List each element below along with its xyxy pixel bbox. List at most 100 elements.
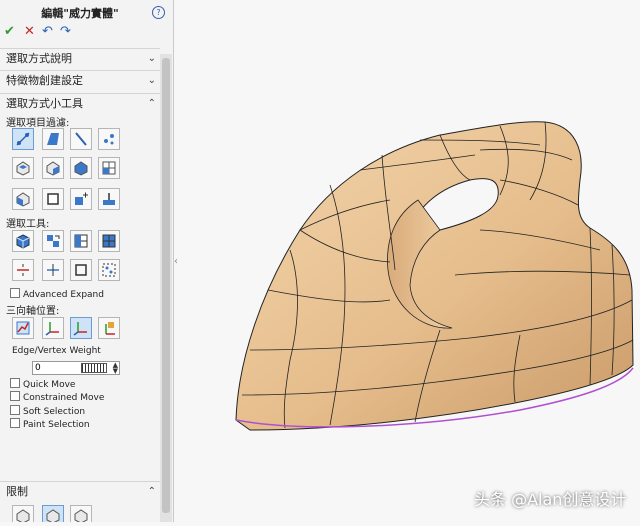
point-filter-icon xyxy=(104,134,114,145)
section-selection-tools[interactable]: 選取方式小工具 ⌃ xyxy=(0,93,160,113)
filter-grid-button[interactable] xyxy=(98,157,120,179)
undo-icon[interactable]: ↶ xyxy=(42,24,53,40)
close-icon[interactable]: ✕ xyxy=(24,24,35,40)
paint-selection-checkbox[interactable]: Paint Selection xyxy=(10,418,90,430)
weight-slider[interactable] xyxy=(81,363,107,373)
shape-limit-icon xyxy=(16,509,30,522)
triad-chart-icon xyxy=(16,321,30,335)
shape-filter-icon xyxy=(16,161,30,176)
grid-split-tool-icon xyxy=(74,234,88,248)
triad-label: 三向軸位置: xyxy=(6,306,60,317)
panel-title: 編輯"威力實體" xyxy=(41,7,119,20)
triad-axis-icon xyxy=(73,322,87,336)
watermark-text: 头条 @Alan创意设计 xyxy=(474,490,627,509)
help-circle-icon[interactable]: ? xyxy=(152,6,165,19)
panel-scrollbar[interactable] xyxy=(160,54,172,522)
advanced-expand-checkbox[interactable]: Advanced Expand xyxy=(10,288,104,300)
limit-shape-2-button[interactable] xyxy=(42,505,64,522)
section-limit[interactable]: 限制 ⌃ xyxy=(0,481,160,501)
ring-tool-icon xyxy=(17,264,29,276)
redo-icon[interactable]: ↷ xyxy=(60,24,71,40)
section-feature-create[interactable]: 特徵物創建設定 ⌄ xyxy=(0,70,160,90)
grid-swap-tool-icon xyxy=(47,235,60,247)
filter-face-button[interactable] xyxy=(42,128,64,150)
shape-filter-icon xyxy=(46,161,60,176)
tool-frame-button[interactable] xyxy=(70,259,92,281)
checkbox-box[interactable] xyxy=(10,391,20,401)
extrude-filter-icon xyxy=(103,193,115,205)
soft-selection-checkbox[interactable]: Soft Selection xyxy=(10,405,85,417)
filter-shape-3-button[interactable] xyxy=(70,157,92,179)
section-label: 選取方式說明 xyxy=(6,52,72,65)
shape-limit-icon xyxy=(74,509,88,522)
tool-scatter-button[interactable] xyxy=(98,259,120,281)
checkbox-box[interactable] xyxy=(10,405,20,415)
limit-shape-1-button[interactable] xyxy=(12,505,34,522)
checkbox-box[interactable] xyxy=(10,288,20,298)
filter-vertex-button[interactable] xyxy=(12,128,34,150)
triad-axis-icon xyxy=(45,322,59,336)
filter-extrude-button[interactable] xyxy=(98,188,120,210)
grid-full-tool-icon xyxy=(102,234,116,248)
filter-point-button[interactable] xyxy=(98,128,120,150)
spin-arrows-icon[interactable]: ▲ ▼ xyxy=(113,362,118,375)
triad-selection-button[interactable] xyxy=(70,317,92,339)
shape-limit-icon xyxy=(46,509,60,522)
cube-tool-icon xyxy=(16,234,30,249)
filter-label: 選取項目過濾: xyxy=(6,118,70,129)
property-panel: 編輯"威力實體" ? ✔ ✕ ↶ ↷ 選取方式說明 ⌄ 特徵物創建設定 ⌄ 選取… xyxy=(0,0,174,522)
vertex-filter-icon xyxy=(16,132,30,146)
box-filter-icon xyxy=(47,193,59,205)
add-filter-icon xyxy=(75,192,88,205)
filter-add-button[interactable] xyxy=(70,188,92,210)
quick-move-checkbox[interactable]: Quick Move xyxy=(10,378,75,390)
checkbox-label: Constrained Move xyxy=(23,393,105,403)
tool-ring-button[interactable] xyxy=(12,259,34,281)
filter-edge-button[interactable] xyxy=(70,128,92,150)
checkbox-label: Quick Move xyxy=(23,380,76,390)
tool-grid-split-button[interactable] xyxy=(70,230,92,252)
edge-vertex-weight-field[interactable]: 0 ▲ ▼ xyxy=(32,361,120,375)
filter-shape-4-button[interactable] xyxy=(12,188,34,210)
section-selection-help[interactable]: 選取方式說明 ⌄ xyxy=(0,48,160,68)
weight-value: 0 xyxy=(35,363,41,373)
3d-viewport[interactable] xyxy=(182,0,640,522)
chevron-up-icon: ⌃ xyxy=(147,486,156,497)
section-label: 選取方式小工具 xyxy=(6,97,83,110)
shape-filter-icon xyxy=(74,161,88,176)
scrollbar-thumb[interactable] xyxy=(162,58,170,513)
tool-loop-button[interactable] xyxy=(42,259,64,281)
filter-shape-2-button[interactable] xyxy=(42,157,64,179)
tool-grid-full-button[interactable] xyxy=(98,230,120,252)
panel-collapse-handle[interactable]: ‹ xyxy=(174,256,182,272)
chevron-down-icon: ⌄ xyxy=(147,53,156,64)
triad-local-icon xyxy=(105,322,115,335)
filter-shape-1-button[interactable] xyxy=(12,157,34,179)
checkbox-box[interactable] xyxy=(10,378,20,388)
tool-cube-button[interactable] xyxy=(12,230,34,252)
checkbox-box[interactable] xyxy=(10,418,20,428)
shape-filter-icon xyxy=(16,192,30,207)
checkbox-label: Soft Selection xyxy=(23,407,86,417)
section-label: 限制 xyxy=(6,485,28,498)
frame-tool-icon xyxy=(75,264,87,276)
face-filter-icon xyxy=(47,133,59,145)
filter-box-button[interactable] xyxy=(42,188,64,210)
tool-grid-swap-button[interactable] xyxy=(42,230,64,252)
chevron-down-icon: ⌄ xyxy=(147,75,156,86)
limit-shape-3-button[interactable] xyxy=(70,505,92,522)
checkbox-label: Advanced Expand xyxy=(23,290,104,300)
iron-model[interactable] xyxy=(182,0,640,522)
tools-label: 選取工具: xyxy=(6,219,50,230)
edge-vertex-weight-label: Edge/Vertex Weight xyxy=(12,346,101,356)
scatter-tool-icon xyxy=(102,263,116,277)
triad-local-button[interactable] xyxy=(98,317,120,339)
constrained-move-checkbox[interactable]: Constrained Move xyxy=(10,391,104,403)
grid-filter-icon xyxy=(102,161,116,175)
triad-chart-button[interactable] xyxy=(12,317,34,339)
loop-tool-icon xyxy=(47,264,59,276)
triad-center-button[interactable] xyxy=(42,317,64,339)
checkbox-label: Paint Selection xyxy=(23,420,90,430)
check-icon[interactable]: ✔ xyxy=(4,24,15,40)
chevron-up-icon: ⌃ xyxy=(147,98,156,109)
